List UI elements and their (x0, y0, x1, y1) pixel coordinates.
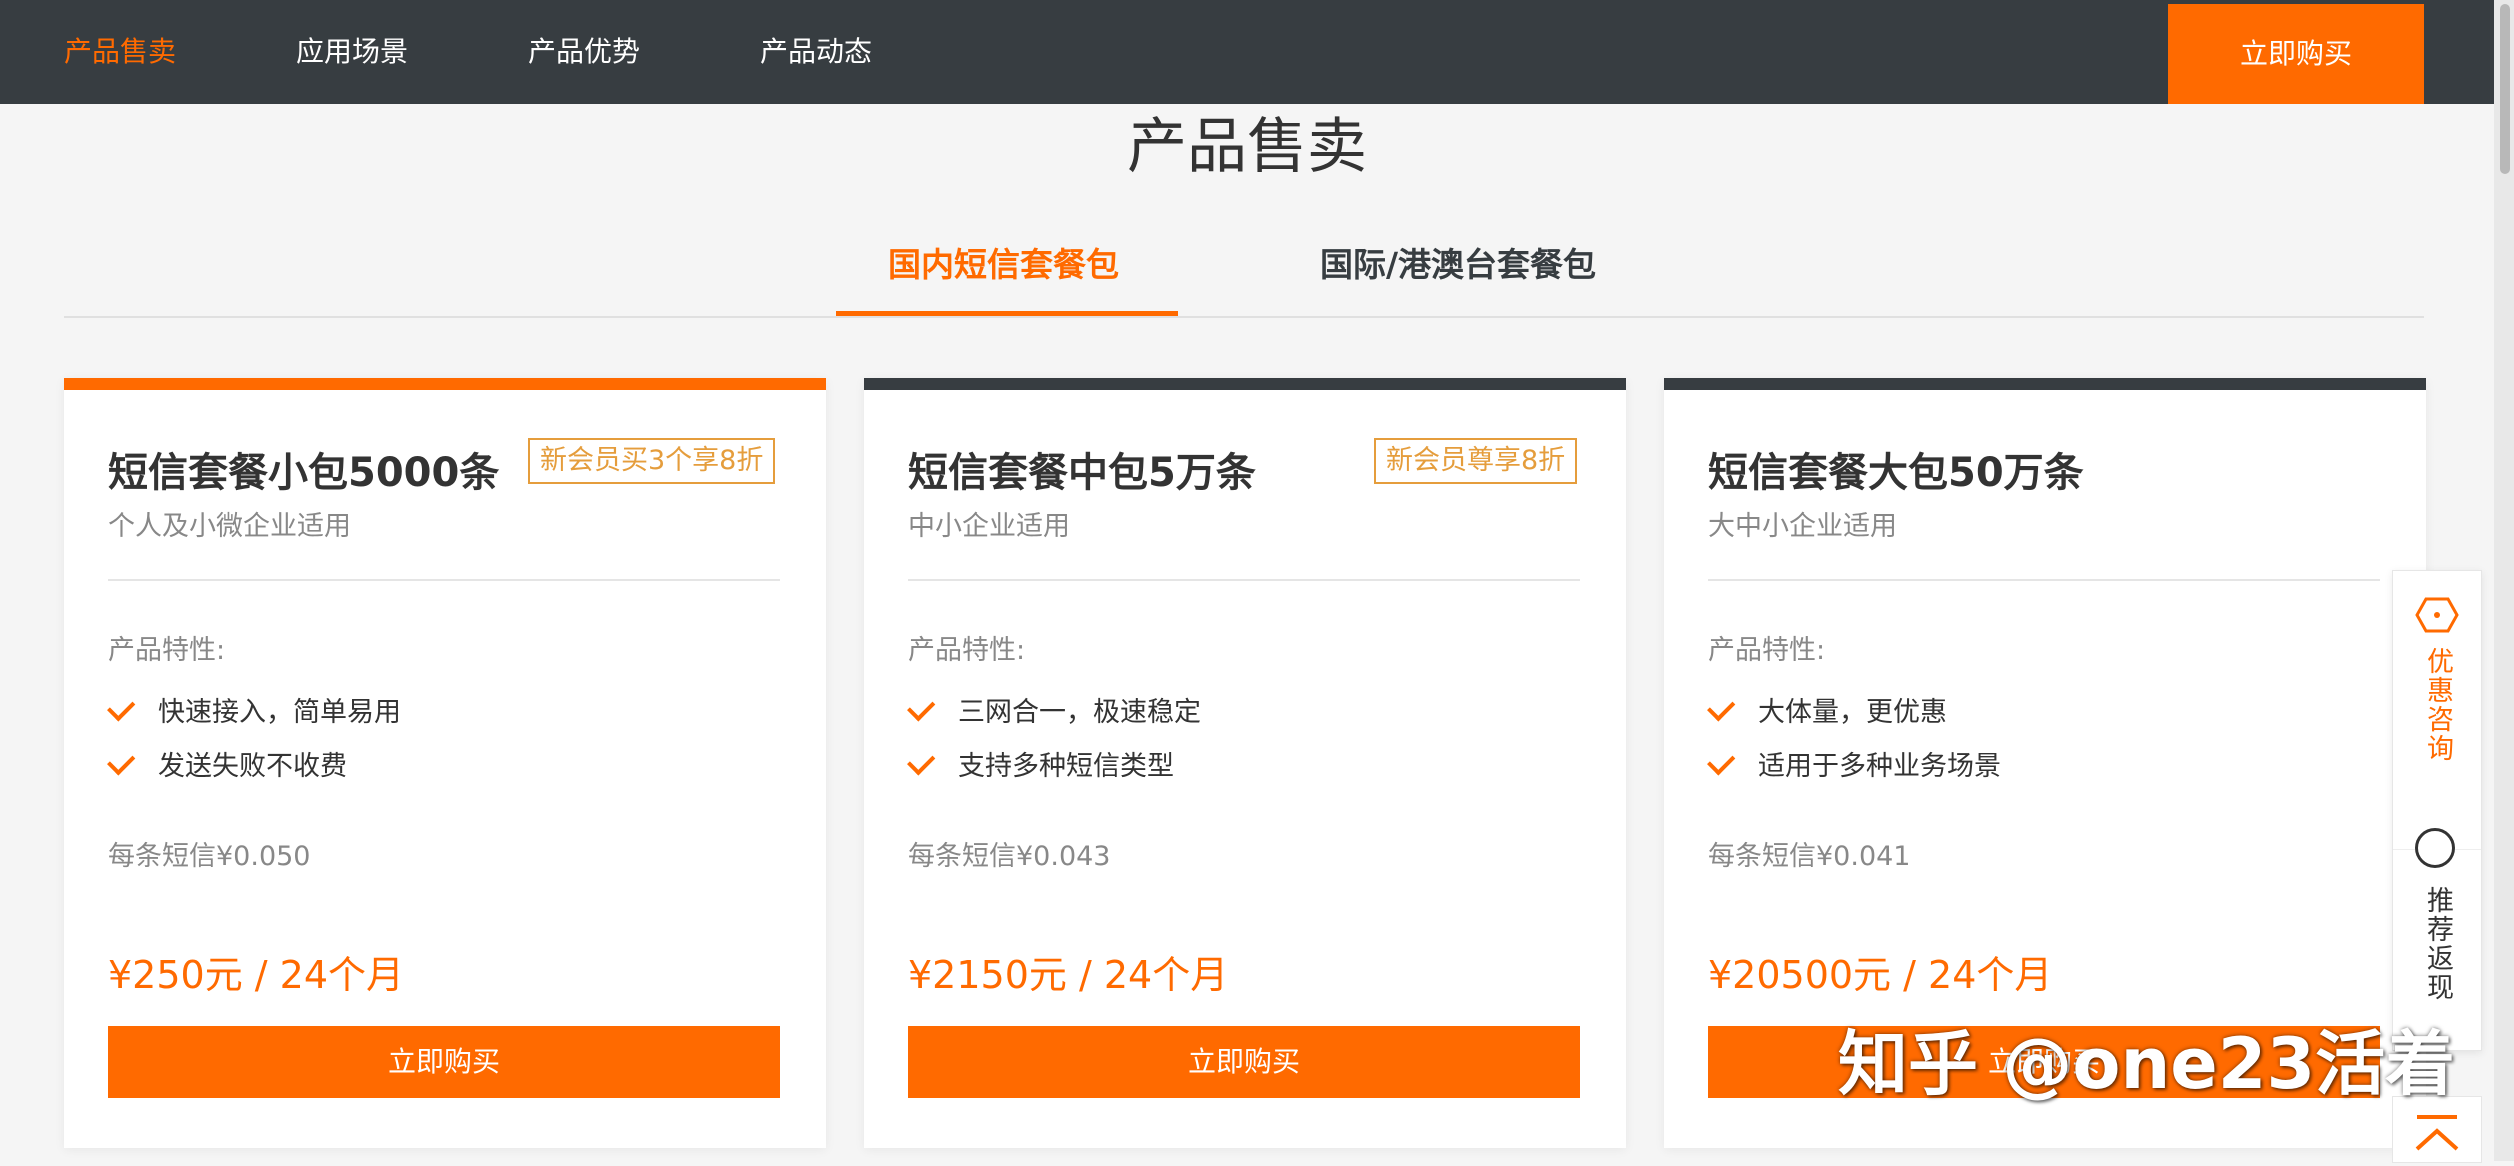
unit-price: 每条短信¥0.041 (1708, 841, 1911, 872)
card-title: 短信套餐小包5000条 (108, 450, 500, 496)
check-icon (107, 747, 136, 776)
check-icon (907, 747, 936, 776)
feature-item: 大体量，更优惠 (1707, 690, 1947, 729)
feature-text: 大体量，更优惠 (1758, 697, 1947, 728)
card-title: 短信套餐中包5万条 (908, 450, 1256, 496)
check-icon (1707, 693, 1736, 722)
features-label: 产品特性: (1708, 635, 1826, 666)
package-price: ¥2150元 / 24个月 (908, 953, 1229, 997)
feature-text: 发送失败不收费 (158, 751, 347, 782)
package-price: ¥250元 / 24个月 (108, 953, 405, 997)
card-top-bar (864, 378, 1626, 390)
feature-text: 三网合一，极速稳定 (958, 697, 1201, 728)
card-subtitle: 大中小企业适用 (1708, 511, 1897, 542)
top-nav: 产品售卖 应用场景 产品优势 产品动态 立即购买 (0, 0, 2514, 104)
card-divider (1708, 579, 2380, 581)
check-icon (1707, 747, 1736, 776)
unit-price: 每条短信¥0.050 (108, 841, 311, 872)
unit-price: 每条短信¥0.043 (908, 841, 1111, 872)
referral-label: 推荐返现 (2422, 886, 2453, 1002)
promo-badge: 新会员买3个享8折 (528, 438, 776, 484)
consult-icon (2415, 597, 2459, 633)
consult-label: 优惠咨询 (2422, 647, 2453, 763)
buy-now-button[interactable]: 立即购买 (108, 1026, 780, 1098)
card-divider (908, 579, 1580, 581)
scrollbar-track[interactable] (2494, 0, 2514, 1161)
card-subtitle: 个人及小微企业适用 (108, 511, 351, 542)
card-top-bar (64, 378, 826, 390)
scrollbar-thumb[interactable] (2500, 4, 2510, 174)
feature-text: 适用于多种业务场景 (1758, 751, 2001, 782)
nav-item-scenarios[interactable]: 应用场景 (296, 0, 408, 104)
consult-button[interactable]: 优惠咨询 (2393, 597, 2481, 849)
tab-international-sms[interactable]: 国际/港澳台套餐包 (1320, 238, 1596, 286)
tabs-divider (64, 316, 2424, 318)
features-label: 产品特性: (108, 635, 226, 666)
feature-item: 发送失败不收费 (107, 744, 347, 783)
feature-item: 支持多种短信类型 (907, 744, 1174, 783)
tab-domestic-sms[interactable]: 国内短信套餐包 (888, 238, 1119, 286)
referral-icon (2415, 828, 2455, 868)
check-icon (107, 693, 136, 722)
buy-now-top-button[interactable]: 立即购买 (2168, 4, 2424, 104)
feature-text: 快速接入，简单易用 (158, 697, 401, 728)
section-title: 产品售卖 (1127, 112, 1367, 182)
card-subtitle: 中小企业适用 (908, 511, 1070, 542)
nav-item-news[interactable]: 产品动态 (760, 0, 872, 104)
active-tab-indicator (836, 311, 1178, 316)
package-price: ¥20500元 / 24个月 (1708, 953, 2053, 997)
feature-text: 支持多种短信类型 (958, 751, 1174, 782)
buy-now-button[interactable]: 立即购买 (908, 1026, 1580, 1098)
check-icon (907, 693, 936, 722)
floating-service-panel: 优惠咨询 推荐返现 (2392, 570, 2482, 1051)
card-top-bar (1664, 378, 2426, 390)
card-divider (108, 579, 780, 581)
card-title: 短信套餐大包50万条 (1708, 450, 2084, 496)
package-card-medium: 短信套餐中包5万条 新会员尊享8折 中小企业适用 产品特性: 三网合一，极速稳定… (864, 378, 1626, 1148)
feature-item: 快速接入，简单易用 (107, 690, 401, 729)
feature-item: 适用于多种业务场景 (1707, 744, 2001, 783)
promo-badge: 新会员尊享8折 (1374, 438, 1578, 484)
features-label: 产品特性: (908, 635, 1026, 666)
feature-item: 三网合一，极速稳定 (907, 690, 1201, 729)
nav-item-product-sale[interactable]: 产品售卖 (64, 0, 176, 104)
package-card-small: 短信套餐小包5000条 新会员买3个享8折 个人及小微企业适用 产品特性: 快速… (64, 378, 826, 1148)
watermark: 知乎 @one23活着 (1838, 1023, 2456, 1105)
nav-item-advantages[interactable]: 产品优势 (528, 0, 640, 104)
